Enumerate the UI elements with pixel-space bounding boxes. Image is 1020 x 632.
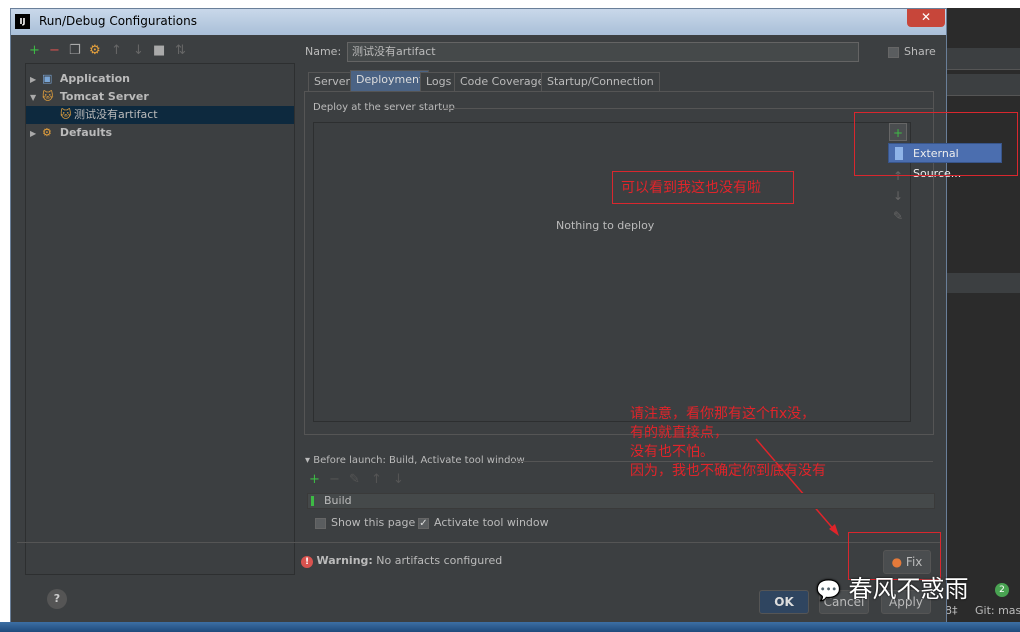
build-label: Build — [324, 494, 352, 507]
run-debug-dialog: Run/Debug Configurations IJ ✕ + − ❐ ⚙ ↑ … — [10, 8, 1018, 624]
show-page-checkbox[interactable]: Show this page — [315, 516, 415, 529]
warning-text: No artifacts configured — [376, 554, 503, 567]
notification-badge[interactable]: 2 — [995, 583, 1009, 597]
watermark-text: 春风不惑雨 — [848, 575, 969, 603]
warning-label: Warning: — [316, 554, 373, 567]
annotation-arrow — [755, 438, 839, 536]
divider — [511, 461, 933, 462]
windows-taskbar — [0, 622, 1020, 632]
task-up-icon[interactable]: ↑ — [371, 472, 382, 488]
warning-icon: ! — [301, 556, 313, 568]
divider — [17, 542, 940, 543]
activate-tool-label: Activate tool window — [434, 516, 549, 529]
build-icon — [311, 496, 314, 506]
ok-button[interactable]: OK — [759, 590, 809, 614]
activate-tool-checkbox[interactable]: ✓ Activate tool window — [418, 516, 549, 529]
edit-task-icon[interactable]: ✎ — [349, 472, 360, 488]
ide-background: 2 8‡ Git: maste — [945, 8, 1020, 622]
task-down-icon[interactable]: ↓ — [393, 472, 404, 488]
task-build[interactable]: Build — [307, 493, 935, 509]
git-branch[interactable]: Git: maste — [975, 604, 1020, 617]
add-task-button[interactable]: + — [309, 472, 320, 488]
before-launch-label: Before launch: Build, Activate tool wind… — [313, 455, 525, 466]
before-launch-toggle[interactable]: ▾ Before launch: Build, Activate tool wi… — [305, 455, 525, 466]
show-page-label: Show this page — [331, 516, 416, 529]
watermark: 💬 春风不惑雨 — [816, 569, 969, 604]
warning-message: ! Warning: No artifacts configured — [301, 554, 502, 568]
remove-task-button[interactable]: − — [329, 472, 340, 488]
wechat-icon: 💬 — [816, 578, 841, 602]
